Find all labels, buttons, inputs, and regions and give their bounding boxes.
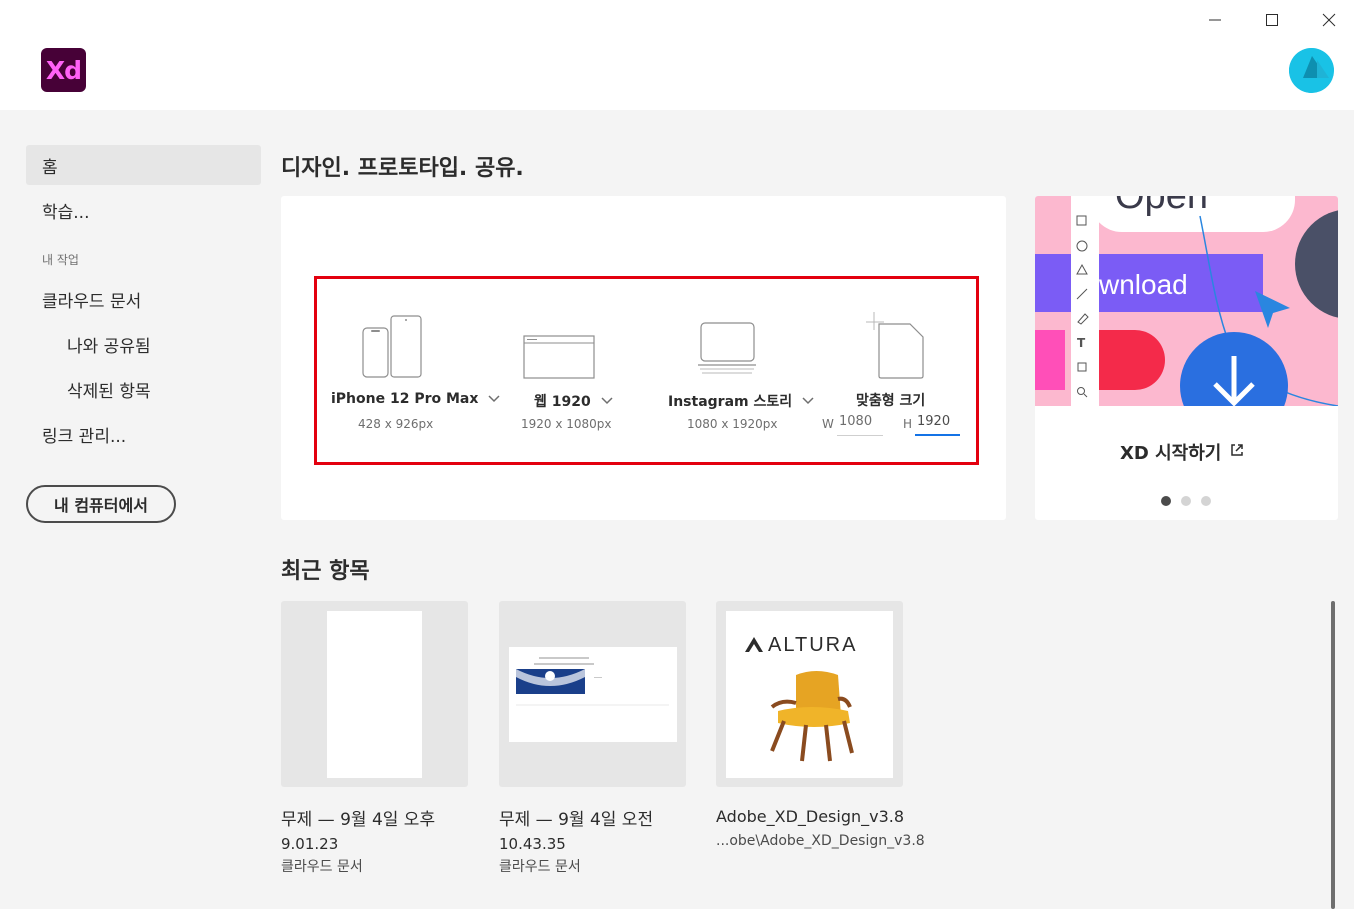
getting-started-card[interactable]: Open wnload T XD 시작하기 [1035,196,1338,520]
sidebar-item-learn[interactable]: 학습... [26,190,261,230]
preset-name: iPhone 12 Pro Max [331,391,500,407]
maximize-icon[interactable] [1259,8,1285,32]
carousel-dot-1[interactable] [1161,496,1171,506]
phone-tablet-icon [362,315,424,383]
altura-logo-icon [745,637,763,652]
sidebar-item-cloud-docs[interactable]: 클라우드 문서 [26,279,261,319]
width-input[interactable]: 1080 [837,414,883,436]
preset-size: 1920 x 1080px [521,417,612,431]
scrollbar[interactable] [1331,601,1335,909]
custom-page-icon [864,310,926,384]
promo-download-text: wnload [1098,269,1188,300]
recent-location: ...obe\Adobe_XD_Design_v3.8 [716,833,925,849]
recent-time: 9.01.23 [281,835,339,853]
preset-panel: iPhone 12 Pro Max 428 x 926px 웹 1920 192… [281,196,1006,520]
preset-name: Instagram 스토리 [668,391,814,411]
height-label: H [903,417,913,431]
preset-name: 맞춤형 크기 [856,393,926,409]
recent-thumbnail[interactable]: ALTURA [716,601,903,787]
promo-illustration: Open wnload T [1035,196,1338,440]
on-your-computer-button[interactable]: 내 컴퓨터에서 [26,485,176,523]
sidebar-item-deleted[interactable]: 삭제된 항목 [26,369,261,409]
preset-size: 428 x 926px [358,417,434,431]
artboard-preview: ALTURA [726,611,893,778]
sidebar-item-label: 학습... [42,202,90,223]
chevron-down-icon[interactable] [601,393,613,409]
carousel-dot-3[interactable] [1201,496,1211,506]
width-label: W [822,417,834,431]
artboard-preview [509,647,677,742]
sidebar-item-label: 클라우드 문서 [42,291,142,312]
page-title: 디자인. 프로토타입. 공유. [281,156,524,181]
recent-location: 클라우드 문서 [499,859,581,875]
get-started-link[interactable]: XD 시작하기 [1120,439,1245,465]
preset-size: 1080 x 1920px [687,417,778,431]
sidebar-item-label: 링크 관리... [42,426,127,447]
recent-heading: 최근 항목 [281,559,370,584]
sidebar-item-manage-links[interactable]: 링크 관리... [26,414,261,454]
sidebar-item-shared[interactable]: 나와 공유됨 [26,324,261,364]
preset-name: 웹 1920 [534,391,613,411]
browser-icon [523,335,595,383]
svg-text:T: T [1077,336,1086,350]
recent-time: 10.43.35 [499,835,566,853]
recent-title[interactable]: Adobe_XD_Design_v3.8 [716,807,904,826]
carousel-dot-2[interactable] [1181,496,1191,506]
sidebar-item-label: 홈 [42,157,58,178]
minimize-icon[interactable] [1202,8,1228,32]
recent-title[interactable]: 무제 — 9월 4일 오전 [499,805,653,830]
chevron-down-icon[interactable] [802,393,814,409]
recent-title[interactable]: 무제 — 9월 4일 오후 [281,805,435,830]
external-link-icon [1229,442,1245,463]
artboard-preview [327,611,422,778]
sidebar-item-label: 나와 공유됨 [67,336,151,357]
sidebar-item-label: 삭제된 항목 [67,381,151,402]
close-icon[interactable] [1316,8,1342,32]
recent-thumbnail[interactable] [499,601,686,787]
xd-logo: Xd [41,48,86,92]
section-label-my-work: 내 작업 [42,253,79,267]
avatar[interactable] [1289,48,1334,93]
recent-location: 클라우드 문서 [281,859,363,875]
height-input[interactable]: 1920 [915,414,960,436]
sidebar-item-home[interactable]: 홈 [26,145,261,185]
promo-open-text: Open [1115,196,1208,217]
chevron-down-icon[interactable] [488,391,500,407]
laptop-icon [698,322,758,380]
recent-thumbnail[interactable] [281,601,468,787]
title-bar: Xd [0,0,1354,110]
altura-logo-text: ALTURA [768,634,857,656]
